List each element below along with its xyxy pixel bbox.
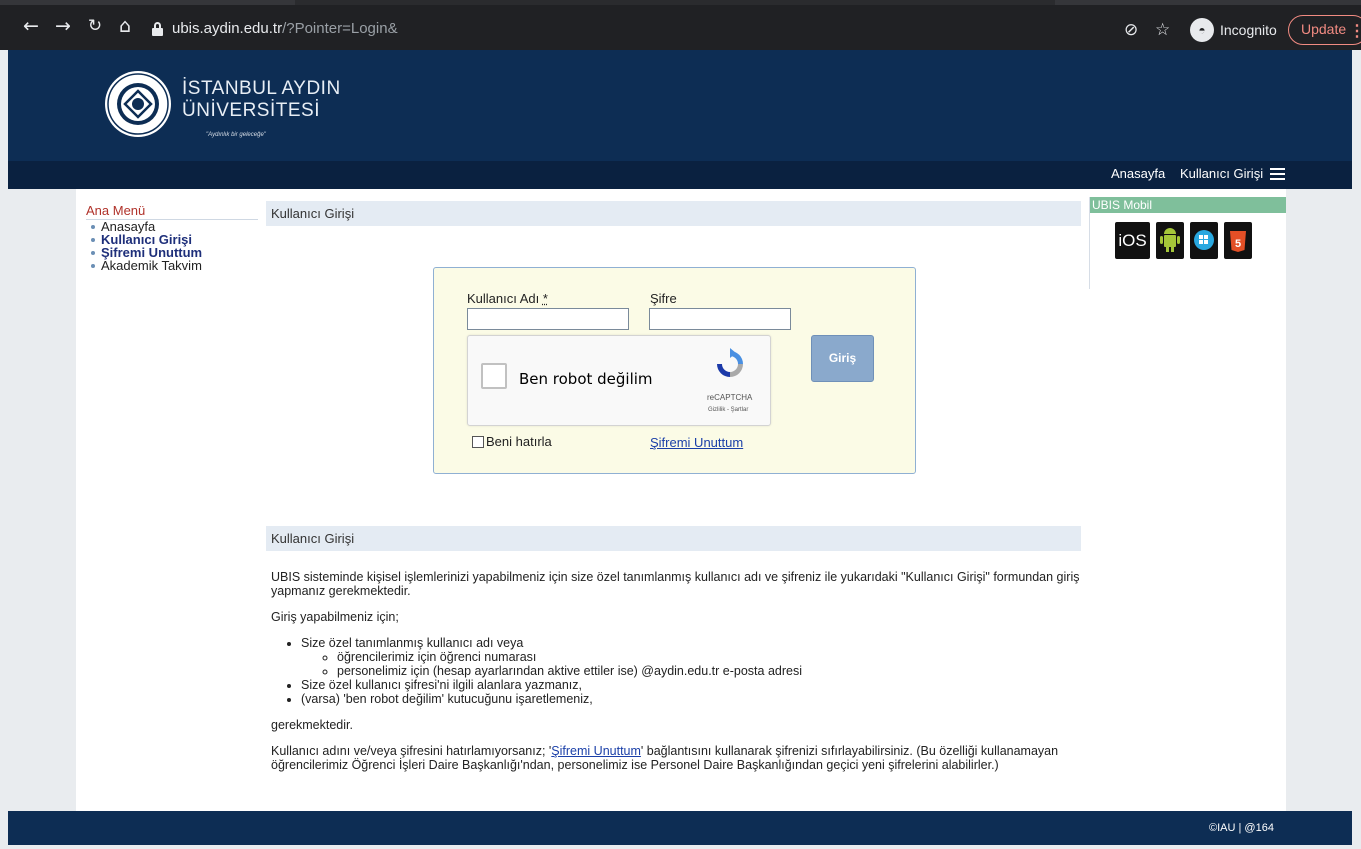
info-intro: UBIS sisteminde kişisel işlemlerinizi ya… [271, 570, 1080, 598]
recaptcha-brand: reCAPTCHA [707, 393, 753, 402]
top-navigation: Anasayfa Kullanıcı Girişi [8, 161, 1352, 189]
recaptcha-icon [717, 348, 743, 377]
info-forgot-password-link[interactable]: Şifremi Unuttum [551, 744, 641, 758]
required-mark: * [542, 291, 548, 306]
recaptcha-label: Ben robot değilim [519, 370, 653, 388]
recaptcha-checkbox[interactable] [481, 363, 507, 389]
hamburger-menu-icon[interactable] [1270, 168, 1285, 181]
info-forgot-paragraph: Kullanıcı adını ve/veya şifresini hatırl… [271, 744, 1059, 772]
nav-link-home[interactable]: Anasayfa [1111, 166, 1165, 181]
left-menu-title: Ana Menü [86, 203, 258, 220]
svg-text:5: 5 [1235, 238, 1241, 250]
list-item: Size özel tanımlanmış kullanıcı adı veya… [301, 636, 1081, 678]
site-footer: ©IAU | @164 [8, 811, 1352, 845]
university-seal-logo[interactable] [103, 64, 173, 144]
university-slogan: "Aydınlık bir geleceğe" [206, 132, 266, 138]
star-icon[interactable]: ☆ [1155, 21, 1170, 39]
ios-app-icon[interactable]: iOS [1115, 222, 1150, 259]
info-section-title: Kullanıcı Girişi [266, 526, 1081, 551]
back-icon[interactable]: ← [20, 17, 42, 36]
recaptcha-widget: Ben robot değilim reCAPTCHA Gizlilik - Ş… [467, 335, 771, 426]
forward-icon[interactable]: → [52, 17, 74, 36]
lock-icon [152, 22, 163, 36]
recaptcha-terms-link[interactable]: Gizlilik - Şartlar [708, 407, 748, 413]
footer-copyright: ©IAU | @164 [1209, 822, 1274, 834]
remember-me-label: Beni hatırla [486, 434, 552, 449]
nav-link-login[interactable]: Kullanıcı Girişi [1180, 166, 1263, 181]
url-text: ubis.aydin.edu.tr/?Pointer=Login& [172, 20, 398, 37]
left-menu-item-academic-calendar[interactable]: Akademik Takvim [88, 259, 258, 272]
mobile-apps-title: UBIS Mobil [1090, 197, 1286, 213]
list-item: Size özel kullanıcı şifresi'ni ilgili al… [301, 678, 1081, 692]
university-name: İSTANBUL AYDIN ÜNİVERSİTESİ [182, 78, 341, 122]
username-label: Kullanıcı Adı * [467, 291, 548, 306]
main-content: Ana Menü Anasayfa Kullanıcı Girişi Şifre… [76, 189, 1286, 811]
list-item: personelimiz için (hesap ayarlarından ak… [337, 664, 1081, 678]
info-lead: Giriş yapabilmeniz için; [271, 610, 399, 624]
incognito-indicator[interactable]: ◓ Incognito [1190, 17, 1277, 43]
site-header: İSTANBUL AYDIN ÜNİVERSİTESİ "Aydınlık bi… [8, 50, 1352, 161]
info-requirements-list: Size özel tanımlanmış kullanıcı adı veya… [301, 636, 1081, 706]
forgot-password-link[interactable]: Şifremi Unuttum [650, 435, 743, 450]
windows-icon[interactable] [1190, 222, 1218, 259]
university-name-line1: İSTANBUL AYDIN [182, 78, 341, 99]
html5-icon[interactable]: 5 [1224, 222, 1252, 259]
list-item: öğrencilerimiz için öğrenci numarası [337, 650, 1081, 664]
android-icon[interactable] [1156, 222, 1184, 259]
login-submit-button[interactable]: Giriş [811, 335, 874, 382]
password-label: Şifre [650, 291, 677, 306]
list-item: (varsa) 'ben robot değilim' kutucuğunu i… [301, 692, 1081, 706]
tab-strip [0, 0, 1361, 5]
login-form: Kullanıcı Adı * Şifre Ben robot değilim … [433, 267, 916, 474]
info-closing: gerekmektedir. [271, 718, 353, 732]
username-input[interactable] [467, 308, 629, 330]
mobile-apps-panel: UBIS Mobil iOS 5 [1089, 197, 1286, 289]
incognito-label: Incognito [1220, 22, 1277, 38]
home-icon[interactable]: ⌂ [114, 17, 136, 36]
login-info-text: UBIS sisteminde kişisel işlemlerinizi ya… [271, 570, 1081, 784]
login-section-title: Kullanıcı Girişi [266, 201, 1081, 226]
left-menu: Ana Menü Anasayfa Kullanıcı Girişi Şifre… [86, 203, 258, 272]
eye-off-icon[interactable]: ⊘ [1124, 21, 1138, 39]
university-name-line2: ÜNİVERSİTESİ [182, 100, 320, 121]
password-input[interactable] [649, 308, 791, 330]
incognito-icon: ◓ [1190, 18, 1214, 42]
reload-icon[interactable]: ↻ [84, 17, 106, 35]
remember-me-checkbox[interactable] [472, 435, 484, 448]
remember-me[interactable]: Beni hatırla [472, 434, 552, 449]
browser-toolbar: ← → ↻ ⌂ ubis.aydin.edu.tr/?Pointer=Login… [0, 0, 1361, 50]
menu-dots-icon[interactable]: ⋮ [1349, 21, 1361, 41]
update-label: Update [1301, 21, 1347, 37]
address-bar[interactable]: ubis.aydin.edu.tr/?Pointer=Login& [146, 18, 1236, 44]
